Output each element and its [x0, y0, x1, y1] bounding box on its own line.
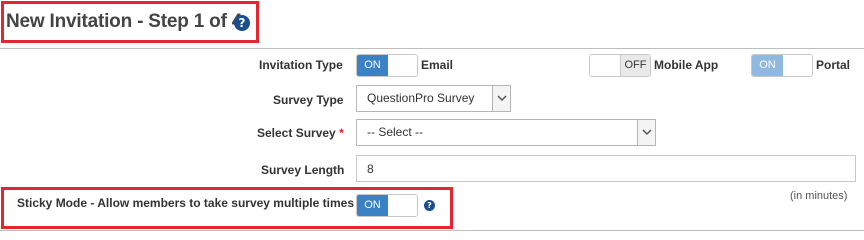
survey-type-label: Survey Type	[273, 93, 344, 107]
survey-type-value: QuestionPro Survey	[367, 91, 475, 105]
toggle-off-label: OFF	[620, 55, 650, 76]
toggle-knob	[783, 55, 812, 76]
invitation-type-label: Invitation Type	[259, 58, 343, 72]
mobile-app-option-label: Mobile App	[654, 58, 719, 72]
toggle-on-label: ON	[752, 55, 783, 76]
toggle-knob	[388, 55, 417, 76]
header-divider	[0, 48, 864, 49]
portal-option-label: Portal	[816, 58, 851, 72]
toggle-knob	[590, 55, 621, 76]
required-marker: *	[339, 126, 344, 140]
survey-length-label: Survey Length	[261, 163, 345, 177]
select-survey-dropdown[interactable]: -- Select --	[356, 119, 656, 146]
survey-length-unit-hint: (in minutes)	[790, 190, 848, 202]
survey-type-select[interactable]: QuestionPro Survey	[356, 85, 511, 112]
select-survey-label-text: Select Survey	[257, 126, 336, 140]
toggle-on-label: ON	[357, 195, 388, 216]
mobile-app-toggle[interactable]: OFF	[589, 54, 651, 77]
email-toggle[interactable]: ON	[356, 54, 418, 77]
toggle-on-label: ON	[357, 55, 388, 76]
help-icon[interactable]: ?	[424, 200, 435, 211]
footer-divider	[0, 230, 864, 231]
portal-toggle[interactable]: ON	[751, 54, 813, 77]
toggle-knob	[388, 195, 417, 216]
chevron-down-icon	[637, 120, 655, 145]
page-title: New Invitation - Step 1 of 4	[6, 11, 243, 32]
sticky-mode-toggle[interactable]: ON	[356, 194, 418, 217]
email-option-label: Email	[421, 58, 454, 72]
page-header: New Invitation - Step 1 of 4 ?	[0, 0, 864, 48]
sticky-mode-label: Sticky Mode - Allow members to take surv…	[17, 196, 354, 210]
select-survey-label: Select Survey *	[257, 126, 344, 140]
chevron-down-icon	[492, 86, 510, 111]
survey-length-input[interactable]	[356, 155, 856, 182]
select-survey-value: -- Select --	[367, 125, 424, 139]
help-icon[interactable]: ?	[234, 15, 250, 31]
